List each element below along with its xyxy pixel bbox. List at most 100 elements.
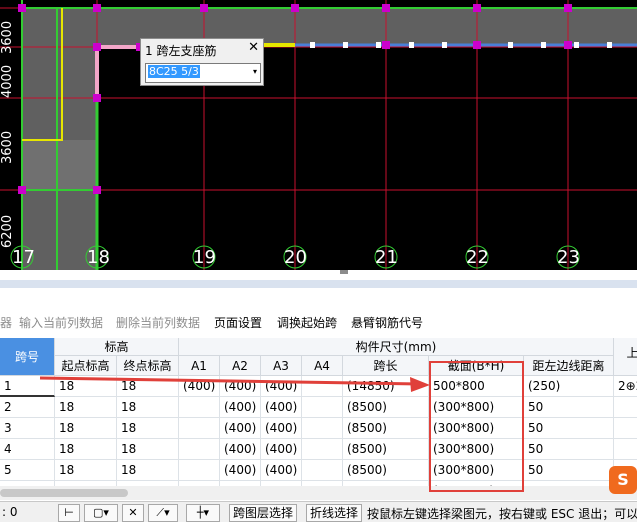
cell-a3[interactable]: (400) <box>261 439 302 460</box>
cell-start-elev[interactable]: 18 <box>55 418 117 439</box>
cell-a2[interactable]: (400) <box>220 376 261 397</box>
cell-end-elev[interactable]: 18 <box>117 439 179 460</box>
toolbar-item-partial[interactable]: 器 <box>0 314 12 331</box>
rebar-value-combo[interactable]: 8C25 5/3 ▾ <box>145 63 261 83</box>
polyline-select-button[interactable]: 折线选择 <box>306 504 363 522</box>
orthogonal-icon[interactable]: ⊢ <box>58 504 80 522</box>
cell-a3[interactable]: (400) <box>261 397 302 418</box>
point-select-icon[interactable]: ┼▾ <box>186 504 220 522</box>
cell-a2[interactable]: (400) <box>220 439 261 460</box>
node-marker[interactable] <box>18 4 26 12</box>
cell-dist-left[interactable]: 50 <box>524 439 614 460</box>
node-marker[interactable] <box>93 4 101 12</box>
node-marker[interactable] <box>473 41 481 49</box>
cell-a3[interactable]: (400) <box>261 376 302 397</box>
cell-end-elev[interactable]: 18 <box>117 418 179 439</box>
left-support-rebar-popup[interactable]: 1 跨左支座筋 ✕ 8C25 5/3 ▾ <box>140 38 264 86</box>
cell-start-elev[interactable]: 18 <box>55 439 117 460</box>
grip-marker[interactable] <box>442 42 447 48</box>
cell-start-elev[interactable]: 18 <box>55 397 117 418</box>
grip-marker[interactable] <box>607 42 612 48</box>
grip-marker[interactable] <box>409 42 414 48</box>
page-setup-button[interactable]: 页面设置 <box>214 314 262 331</box>
grip-marker[interactable] <box>376 42 381 48</box>
cell-span-length[interactable]: (8500) <box>343 397 429 418</box>
select-box-icon[interactable]: ▢▾ <box>84 504 118 522</box>
cell-a3[interactable]: (400) <box>261 418 302 439</box>
cell-a1[interactable] <box>179 439 220 460</box>
cell-a4[interactable] <box>302 460 343 481</box>
cell-a4[interactable] <box>302 418 343 439</box>
cell-top-rebar[interactable] <box>614 397 637 418</box>
cell-dist-left[interactable]: 50 <box>524 418 614 439</box>
cell-a1[interactable]: (400) <box>179 376 220 397</box>
delete-column-data-button[interactable]: 删除当前列数据 <box>116 314 200 331</box>
cad-canvas[interactable]: 17 18 19 20 21 22 23 3600 4000 3600 6200… <box>0 0 637 270</box>
cell-start-elev[interactable]: 18 <box>55 460 117 481</box>
cross-select-icon[interactable]: ✕ <box>122 504 144 522</box>
node-marker[interactable] <box>382 4 390 12</box>
selected-beam[interactable] <box>95 45 140 100</box>
cell-end-elev[interactable]: 18 <box>117 460 179 481</box>
node-marker[interactable] <box>93 94 101 102</box>
close-icon[interactable]: ✕ <box>248 40 259 55</box>
cell-span-length[interactable]: (14850) <box>343 376 429 397</box>
cell-dist-left[interactable]: 50 <box>524 460 614 481</box>
span-table[interactable]: 跨号标高构件尺寸(mm)上通起点标高终点标高A1A2A3A4跨长截面(B*H)距… <box>0 338 637 486</box>
node-marker[interactable] <box>382 41 390 49</box>
cell-a4[interactable] <box>302 439 343 460</box>
cell-a4[interactable] <box>302 376 343 397</box>
cantilever-rebar-code-button[interactable]: 悬臂钢筋代号 <box>351 314 423 331</box>
node-marker[interactable] <box>200 4 208 12</box>
cell-span-length[interactable]: (8500) <box>343 460 429 481</box>
cell-span[interactable]: 1 <box>0 376 55 397</box>
node-marker[interactable] <box>291 4 299 12</box>
splitter-grip[interactable] <box>340 270 348 274</box>
insert-column-data-button[interactable]: 输入当前列数据 <box>19 314 103 331</box>
span-layer-select-button[interactable]: 跨图层选择 <box>229 504 298 522</box>
horizontal-scrollbar[interactable] <box>0 486 637 500</box>
panel-splitter[interactable] <box>0 270 637 280</box>
cell-end-elev[interactable]: 18 <box>117 376 179 397</box>
beam-member[interactable] <box>22 8 637 47</box>
node-marker[interactable] <box>93 43 101 51</box>
cell-a3[interactable]: (400) <box>261 460 302 481</box>
grip-marker[interactable] <box>343 42 348 48</box>
cell-top-rebar[interactable]: 2⊕22 <box>614 376 637 397</box>
rebar-value[interactable]: 8C25 5/3 <box>148 65 200 78</box>
cell-dist-left[interactable]: (250) <box>524 376 614 397</box>
cell-span[interactable]: 2 <box>0 397 55 418</box>
node-marker[interactable] <box>564 41 572 49</box>
chevron-down-icon[interactable]: ▾ <box>253 67 257 76</box>
node-marker[interactable] <box>564 4 572 12</box>
node-marker[interactable] <box>18 186 26 194</box>
column-member[interactable] <box>22 140 97 190</box>
cell-a4[interactable] <box>302 397 343 418</box>
cell-a1[interactable] <box>179 460 220 481</box>
cell-end-elev[interactable]: 18 <box>117 397 179 418</box>
cell-span-length[interactable]: (8500) <box>343 439 429 460</box>
line-select-icon[interactable]: ⟋▾ <box>148 504 178 522</box>
node-marker[interactable] <box>473 4 481 12</box>
grip-marker[interactable] <box>574 42 579 48</box>
cell-top-rebar[interactable] <box>614 439 637 460</box>
cell-dist-left[interactable]: 50 <box>524 397 614 418</box>
cell-a2[interactable]: (400) <box>220 460 261 481</box>
node-marker[interactable] <box>93 186 101 194</box>
cell-top-rebar[interactable] <box>614 418 637 439</box>
cell-a1[interactable] <box>179 397 220 418</box>
cell-span-length[interactable]: (8500) <box>343 418 429 439</box>
drawing-svg[interactable] <box>0 0 637 270</box>
cell-a1[interactable] <box>179 418 220 439</box>
cell-a2[interactable]: (400) <box>220 397 261 418</box>
scrollbar-thumb[interactable] <box>0 489 128 497</box>
grip-marker[interactable] <box>508 42 513 48</box>
cell-start-elev[interactable]: 18 <box>55 376 117 397</box>
cell-span[interactable]: 3 <box>0 418 55 439</box>
cell-a2[interactable]: (400) <box>220 418 261 439</box>
cell-span[interactable]: 4 <box>0 439 55 460</box>
cell-span[interactable]: 5 <box>0 460 55 481</box>
swap-start-span-button[interactable]: 调换起始跨 <box>277 314 337 331</box>
grip-marker[interactable] <box>310 42 315 48</box>
grip-marker[interactable] <box>541 42 546 48</box>
